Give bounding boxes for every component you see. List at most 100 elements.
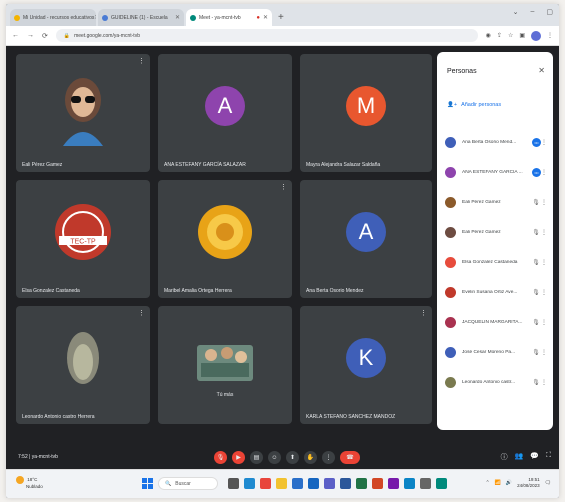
close-icon[interactable]: ✕ — [538, 66, 545, 75]
forward-icon[interactable]: → — [27, 32, 34, 39]
list-item[interactable]: ANA ESTEFANY GARCÍA ... ••• ⋮ — [445, 165, 547, 179]
more-options-icon[interactable]: ⋮ — [541, 379, 547, 386]
participant-tile[interactable]: ⋮ Leonardo Antonio castro Herrera — [16, 306, 150, 424]
minimize-icon[interactable]: – — [530, 8, 534, 16]
volume-icon[interactable]: 🔊 — [506, 480, 512, 486]
list-item[interactable]: Ana Berta Osorio Mend... ••• ⋮ — [445, 135, 547, 149]
more-options-icon[interactable]: ⋮ — [541, 289, 547, 296]
list-item[interactable]: José Cesar Moreno Pa... 🎙 ⋮ — [445, 345, 547, 359]
reactions-button[interactable]: ☺ — [268, 451, 281, 464]
settings-icon[interactable] — [420, 478, 431, 489]
task-view-icon[interactable] — [228, 478, 239, 489]
more-options-button[interactable]: ⋮ — [322, 451, 335, 464]
mic-off-icon: 🎙 — [532, 349, 540, 356]
camera-icon[interactable]: ◉ — [486, 32, 491, 39]
folder-icon[interactable] — [276, 478, 287, 489]
close-icon[interactable]: ✕ — [94, 14, 96, 21]
document-icon — [102, 14, 108, 21]
share-icon[interactable]: ⇪ — [497, 32, 502, 39]
mic-off-button[interactable]: 🎙 — [214, 451, 227, 464]
os-taskbar: 18°C Nublado 🔍 Buscar ⌃ 📶 🔊 19:51 24/08/… — [6, 469, 559, 498]
mail-icon[interactable] — [308, 478, 319, 489]
participant-tile[interactable]: K ⋮ KARLA STEFANO SANCHEZ MANDOZ — [300, 306, 432, 424]
meet-app-icon[interactable] — [436, 478, 447, 489]
more-options-icon[interactable]: ⋮ — [541, 199, 547, 206]
more-options-icon[interactable]: ⋮ — [541, 349, 547, 356]
chat-icon[interactable]: 💬 — [530, 452, 539, 462]
powerpoint-icon[interactable] — [372, 478, 383, 489]
avatar[interactable] — [531, 30, 541, 41]
browser-tab-drive[interactable]: Mi Unidad - recursos educativos ✕ — [10, 9, 96, 26]
address-bar[interactable]: 🔒 meet.google.com/ya-mcnt-tvb — [55, 29, 478, 42]
leave-call-button[interactable]: ☎ — [340, 451, 360, 464]
star-icon[interactable]: ☆ — [508, 32, 513, 39]
more-options-icon[interactable]: ⋮ — [541, 229, 547, 236]
mic-off-icon: 🎙 — [532, 319, 540, 326]
participant-tile[interactable]: A Ana Berta Osorio Mendez — [300, 180, 432, 298]
taskbar-search[interactable]: 🔍 Buscar — [158, 477, 218, 490]
chevron-up-icon[interactable]: ⌃ — [485, 480, 489, 486]
onenote-icon[interactable] — [388, 478, 399, 489]
browser-tab-guideline[interactable]: GUIDELINE (1) - Escuela ✕ — [98, 9, 184, 26]
more-options-icon[interactable]: ⋮ — [280, 183, 287, 191]
activities-icon[interactable]: ⛶ — [546, 452, 551, 462]
start-button[interactable] — [142, 478, 153, 489]
avatar — [445, 286, 456, 298]
url-text: meet.google.com/ya-mcnt-tvb — [74, 32, 140, 39]
word-icon[interactable] — [340, 478, 351, 489]
notification-icon[interactable]: 🗨 — [545, 480, 551, 486]
list-item[interactable]: Eali Pérez Gamez 🎙 ⋮ — [445, 225, 547, 239]
more-options-icon[interactable]: ⋮ — [138, 309, 145, 317]
clock[interactable]: 19:51 24/08/2023 — [517, 477, 540, 489]
more-options-icon[interactable]: ⋮ — [541, 139, 547, 146]
more-options-icon[interactable]: ⋮ — [420, 309, 427, 317]
list-item[interactable]: Elsa Gonzalez Castaneda 🎙 ⋮ — [445, 255, 547, 269]
network-icon[interactable]: 📶 — [495, 480, 501, 486]
mic-off-icon: 🎙 — [532, 229, 540, 236]
participant-tile[interactable]: A ANA ESTEFANY GARCÍA SALAZAR — [158, 54, 292, 172]
camera-off-button[interactable]: ▶ — [232, 451, 245, 464]
close-icon[interactable]: ✕ — [263, 14, 268, 21]
edge-icon[interactable] — [244, 478, 255, 489]
list-item[interactable]: Evelin Susana Ortiz Ave... 🎙 ⋮ — [445, 285, 547, 299]
people-icon[interactable]: 👥 — [515, 452, 524, 462]
raise-hand-button[interactable]: ✋ — [304, 451, 317, 464]
list-item[interactable]: Leonardo Antonio castr... 🎙 ⋮ — [445, 375, 547, 389]
participant-tile[interactable]: Tú más — [158, 306, 292, 424]
teams-icon[interactable] — [324, 478, 335, 489]
close-icon[interactable]: ● — [256, 15, 260, 21]
store-icon[interactable] — [292, 478, 303, 489]
weather-widget[interactable]: 18°C Nublado — [16, 476, 43, 490]
svg-text:TEC-TP: TEC-TP — [70, 238, 96, 245]
menu-icon[interactable]: ⋮ — [547, 32, 553, 39]
back-icon[interactable]: ← — [12, 32, 19, 39]
extension-icon[interactable]: ▣ — [519, 32, 525, 39]
new-tab-button[interactable]: + — [278, 12, 284, 26]
list-item[interactable]: JACQUELIN MARGARITA... 🎙 ⋮ — [445, 315, 547, 329]
chrome-icon[interactable] — [260, 478, 271, 489]
chevron-down-icon[interactable]: ⌄ — [513, 8, 519, 16]
more-options-icon[interactable]: ⋮ — [138, 57, 145, 65]
tab-strip: Mi Unidad - recursos educativos ✕ GUIDEL… — [6, 4, 559, 26]
participant-tile[interactable]: ⋮ Maribel Amalia Ortega Herrera — [158, 180, 292, 298]
add-people-label: Añadir personas — [461, 102, 502, 108]
reload-icon[interactable]: ⟳ — [42, 32, 48, 40]
add-people-button[interactable]: 👤+ Añadir personas — [447, 102, 501, 108]
browser-tab-meet[interactable]: Meet - ya-mcnt-tvb ● ✕ — [186, 9, 272, 26]
info-icon[interactable]: ⓘ — [501, 452, 508, 462]
close-icon[interactable]: ✕ — [175, 14, 180, 21]
excel-icon[interactable] — [356, 478, 367, 489]
tab-label: GUIDELINE (1) - Escuela — [111, 14, 168, 21]
photos-icon[interactable] — [404, 478, 415, 489]
present-button[interactable]: ⬆ — [286, 451, 299, 464]
participant-tile[interactable]: ⋮ Eali Pérez Gamez — [16, 54, 150, 172]
more-options-icon[interactable]: ⋮ — [541, 319, 547, 326]
speaking-icon: ••• — [532, 137, 541, 147]
participant-tile[interactable]: M Mayra Alejandra Salazar Saldaña — [300, 54, 432, 172]
list-item[interactable]: Eali Pérez Gamez 🎙 ⋮ — [445, 195, 547, 209]
participant-tile[interactable]: TEC-TP Elsa Gonzalez Castaneda — [16, 180, 150, 298]
more-options-icon[interactable]: ⋮ — [541, 259, 547, 266]
maximize-icon[interactable]: ▢ — [546, 8, 553, 16]
captions-button[interactable]: ▤ — [250, 451, 263, 464]
more-options-icon[interactable]: ⋮ — [541, 169, 547, 176]
